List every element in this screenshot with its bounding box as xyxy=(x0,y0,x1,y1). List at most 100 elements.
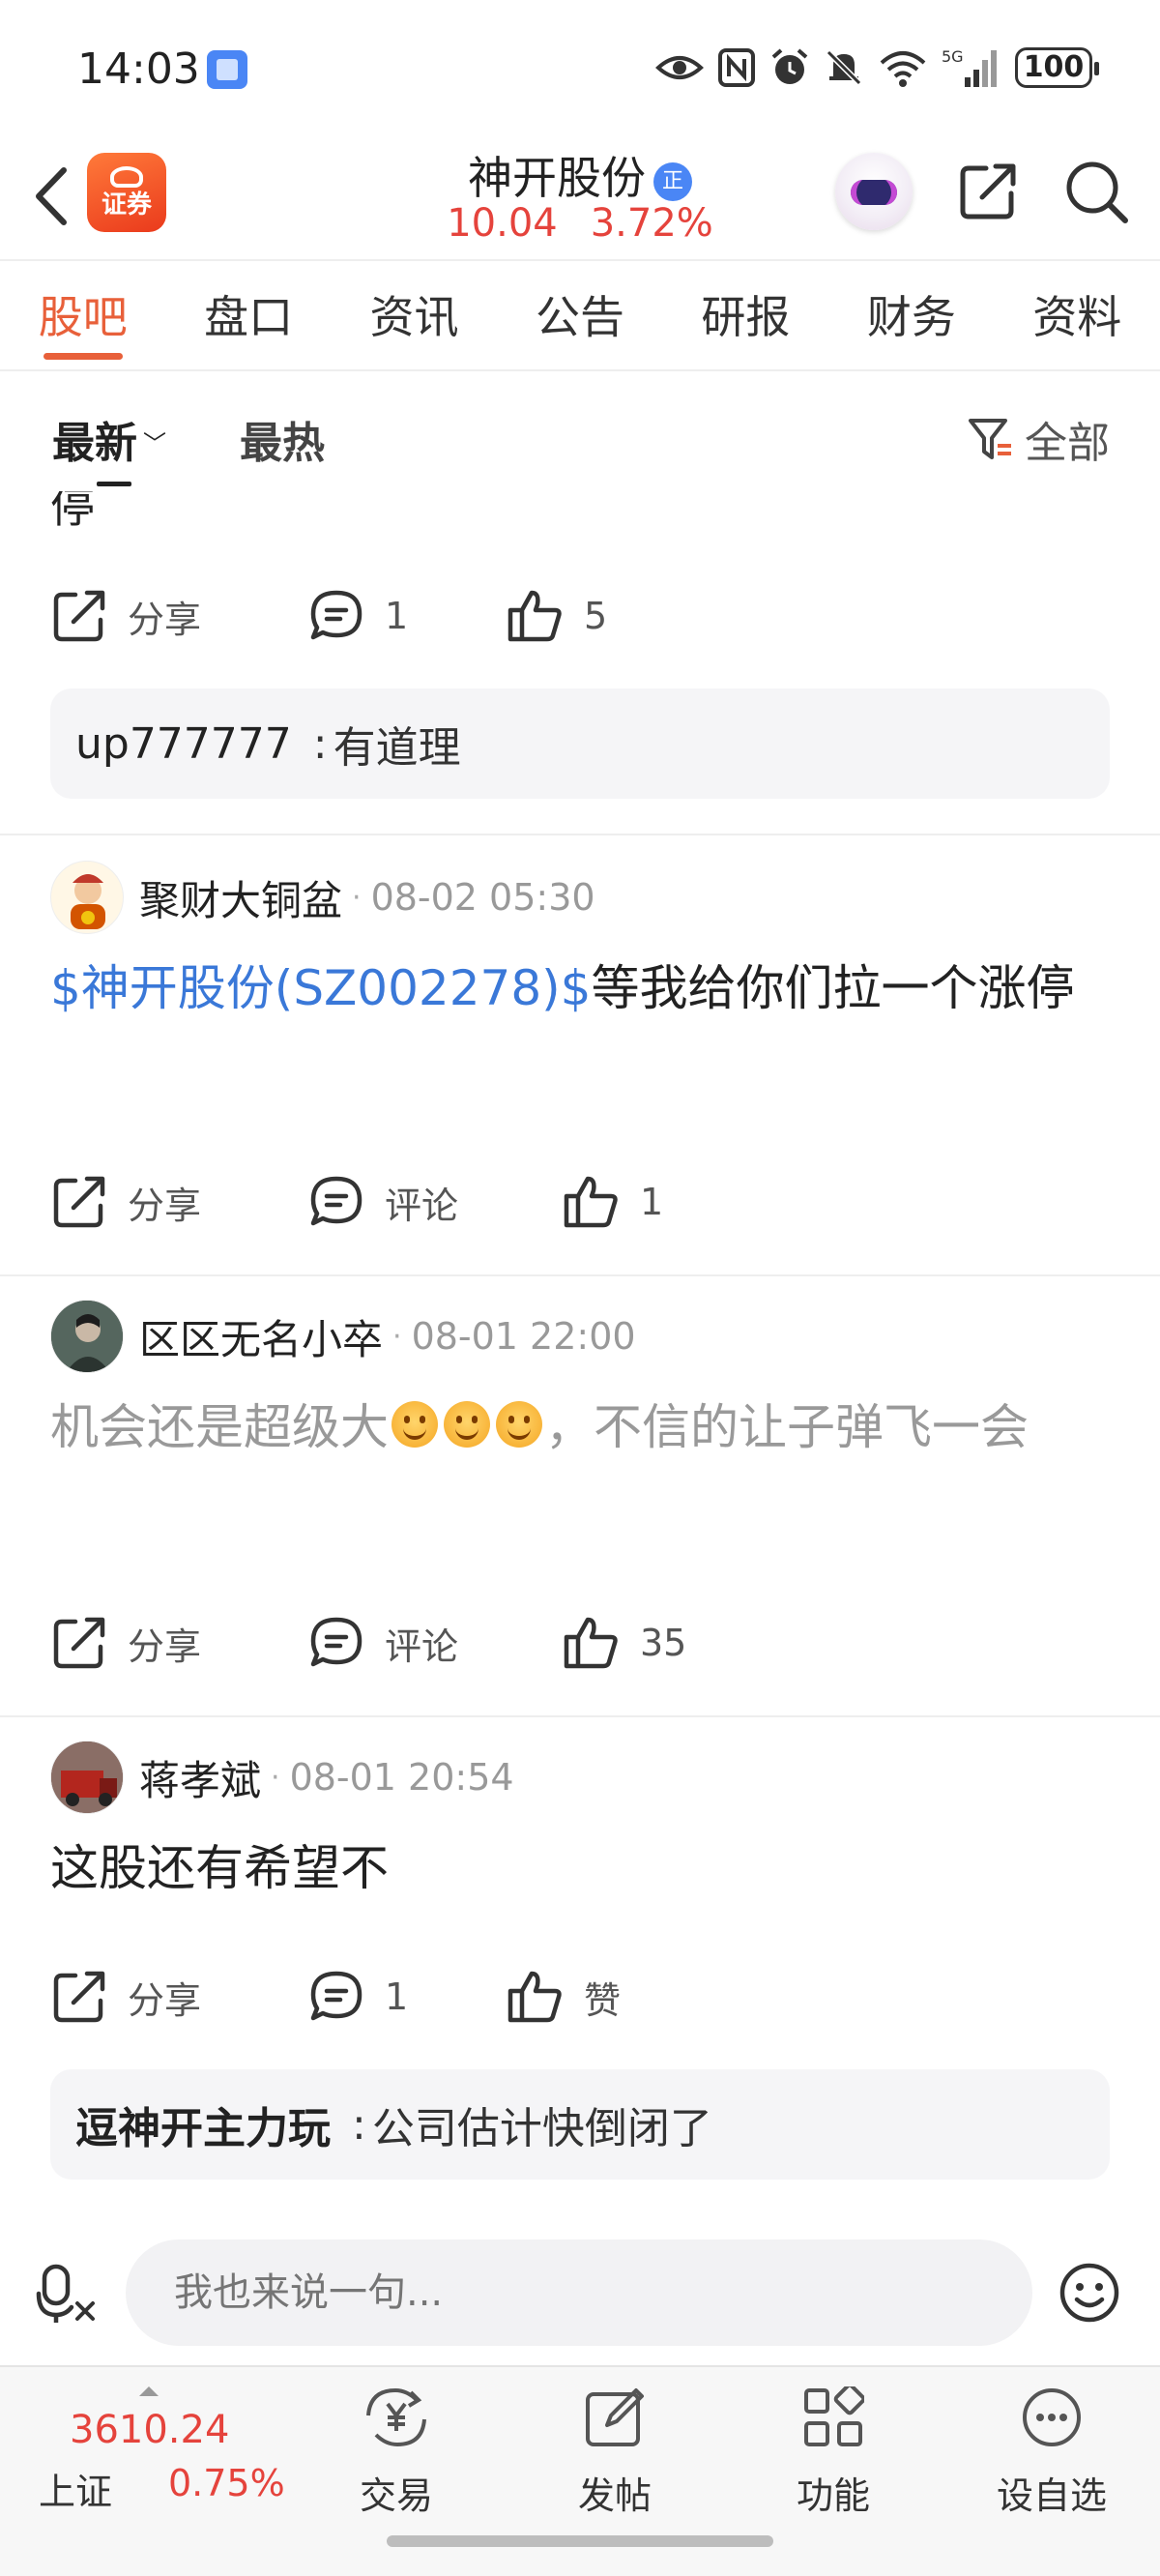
search-icon[interactable] xyxy=(1063,159,1129,224)
like-button[interactable]: 赞 xyxy=(505,1963,621,2031)
like-button[interactable]: 5 xyxy=(505,582,607,650)
nav-post-label: 发帖 xyxy=(577,2474,652,2517)
comment-button[interactable]: 评论 xyxy=(307,1168,458,1236)
post-text: 机会还是超级大 xyxy=(50,1399,389,1455)
share-icon xyxy=(53,590,105,642)
post-author[interactable]: 聚财大铜盆 xyxy=(139,868,342,927)
share-label: 分享 xyxy=(128,1978,202,2022)
comment-count: 1 xyxy=(385,595,409,637)
sort-bar: 最新 ﹀ 最热 全部 xyxy=(0,373,1160,491)
post-author[interactable]: 蒋孝斌 xyxy=(139,1748,261,1807)
post-content[interactable]: $神开股份(SZ002278)$等我给你们拉一个涨停 xyxy=(50,946,1110,1031)
thumbs-up-icon xyxy=(508,590,562,642)
market-index-widget[interactable]: 3610.24 上证 0.75% xyxy=(39,2386,309,2522)
avatar[interactable] xyxy=(50,1741,124,1814)
avatar-image xyxy=(51,1301,123,1372)
like-count: 35 xyxy=(640,1622,687,1664)
top-reply[interactable]: up777777: 有道理 xyxy=(50,688,1110,799)
reply-author[interactable]: 逗神开主力玩 xyxy=(75,2093,331,2155)
avatar-image xyxy=(71,874,105,929)
post-text-continued: ，不信的让子弹飞一会 xyxy=(545,1399,1029,1455)
post-time: 08-01 22:00 xyxy=(411,1315,636,1358)
post-actions: 分享 1 赞 xyxy=(50,1963,1114,2031)
post-text: 这股还有希望不 xyxy=(50,1840,389,1896)
grid-icon xyxy=(804,2386,864,2446)
like-count: 5 xyxy=(584,595,608,637)
nav-add-watchlist[interactable]: 设自选 xyxy=(974,2377,1129,2522)
ai-assistant-avatar[interactable] xyxy=(835,153,913,230)
post-text: 等我给你们拉一个涨停 xyxy=(591,960,1075,1016)
stock-change-percent: 3.72% xyxy=(590,201,713,246)
comment-input[interactable] xyxy=(126,2239,1032,2346)
voice-input-icon[interactable] xyxy=(35,2261,99,2325)
svg-text:5G: 5G xyxy=(942,47,964,66)
smile-emoji-icon xyxy=(444,1401,490,1448)
post-divider xyxy=(0,1274,1160,1276)
status-icons: 5G 100 xyxy=(655,46,1099,89)
like-button[interactable]: 1 xyxy=(561,1168,663,1236)
stock-header: 证券 神开股份正 10.04 3.72% xyxy=(0,135,1160,261)
tab-research[interactable]: 研报 xyxy=(663,263,828,369)
stock-name: 神开股份 xyxy=(468,152,646,204)
compose-icon xyxy=(586,2388,644,2446)
comment-button[interactable]: 评论 xyxy=(307,1609,458,1677)
nav-functions-label: 功能 xyxy=(796,2474,870,2517)
alarm-icon xyxy=(771,48,808,84)
like-label: 赞 xyxy=(584,1978,622,2022)
nav-add-watchlist-label: 设自选 xyxy=(996,2474,1107,2517)
comment-button[interactable]: 1 xyxy=(307,1963,408,2031)
avatar[interactable] xyxy=(50,861,124,934)
status-bar: 14:03 5G 100 xyxy=(0,0,1160,135)
tab-guba[interactable]: 股吧 xyxy=(0,263,165,369)
avatar-image xyxy=(51,1742,123,1813)
home-indicator[interactable] xyxy=(387,2535,773,2547)
index-change: 0.75% xyxy=(168,2462,285,2504)
meta-dot: · xyxy=(352,880,362,915)
battery-indicator: 100 xyxy=(1015,47,1099,88)
wifi-icon xyxy=(880,51,926,87)
reply-author[interactable]: up777777 xyxy=(75,719,292,769)
post-content[interactable]: 机会还是超级大 ，不信的让子弹飞一会 xyxy=(50,1385,1110,1470)
nfc-icon xyxy=(718,48,755,87)
nav-functions[interactable]: 功能 xyxy=(756,2377,911,2522)
avatar[interactable] xyxy=(50,1300,124,1373)
stock-price: 10.04 xyxy=(447,201,558,246)
stock-link[interactable]: $神开股份(SZ002278)$ xyxy=(50,960,592,1016)
share-button[interactable]: 分享 xyxy=(50,1963,201,2031)
sort-latest-label: 最新 xyxy=(52,419,137,468)
smile-emoji-icon xyxy=(392,1401,438,1448)
emoji-icon[interactable] xyxy=(1058,2261,1121,2325)
nav-trade[interactable]: 交易 xyxy=(319,2377,474,2522)
tab-news[interactable]: 资讯 xyxy=(332,263,497,369)
nav-trade-label: 交易 xyxy=(359,2474,433,2517)
nav-post[interactable]: 发帖 xyxy=(537,2377,692,2522)
comment-button[interactable]: 1 xyxy=(307,582,408,650)
tab-profile[interactable]: 资料 xyxy=(995,263,1160,369)
tab-financials[interactable]: 财务 xyxy=(828,263,994,369)
filter-button[interactable]: 全部 xyxy=(967,408,1110,470)
post-author[interactable]: 区区无名小卒 xyxy=(139,1307,383,1366)
share-label: 分享 xyxy=(128,598,202,641)
top-reply[interactable]: 逗神开主力玩: 公司估计快倒闭了 xyxy=(50,2069,1110,2180)
reply-text: 公司估计快倒闭了 xyxy=(371,2104,712,2153)
share-button[interactable]: 分享 xyxy=(50,582,201,650)
filter-label: 全部 xyxy=(1025,419,1110,468)
share-button[interactable]: 分享 xyxy=(50,1609,201,1677)
post-feed[interactable]: 停 分享 1 5 up777777: 有道理 聚财大铜盆 · 08-02 05:… xyxy=(0,491,1160,2232)
smile-emoji-icon xyxy=(496,1401,542,1448)
sort-latest-dropdown[interactable]: 最新 ﹀ xyxy=(52,408,166,470)
filter-icon xyxy=(969,419,1011,459)
post-header: 蒋孝斌 · 08-01 20:54 xyxy=(50,1739,514,1816)
like-button[interactable]: 35 xyxy=(561,1609,686,1677)
tab-pankou[interactable]: 盘口 xyxy=(165,263,331,369)
post-actions: 分享 1 5 xyxy=(50,582,1114,650)
reply-separator: : xyxy=(352,2099,366,2150)
comment-count: 1 xyxy=(385,1976,409,2018)
share-icon[interactable] xyxy=(957,159,1021,222)
sort-hot-button[interactable]: 最热 xyxy=(240,408,325,470)
stock-tabs: 股吧 盘口 资讯 公告 研报 财务 资料 xyxy=(0,263,1160,371)
share-button[interactable]: 分享 xyxy=(50,1168,201,1236)
index-value: 3610.24 xyxy=(70,2408,230,2452)
post-content[interactable]: 这股还有希望不 xyxy=(50,1826,1110,1911)
tab-announcements[interactable]: 公告 xyxy=(497,263,662,369)
